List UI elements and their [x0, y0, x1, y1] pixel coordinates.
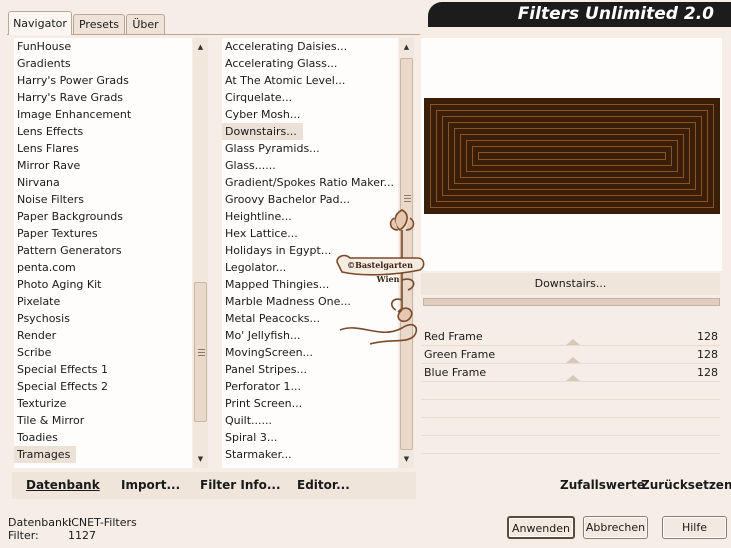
editor-button[interactable]: Editor...	[297, 472, 350, 499]
apply-button[interactable]: Anwenden	[507, 516, 575, 539]
database-button[interactable]: Datenbank	[26, 472, 100, 499]
list-item[interactable]: Gradient/Spokes Ratio Maker...	[222, 174, 398, 191]
list-item[interactable]: Perforator 1...	[222, 378, 398, 395]
status-database: Datenbank: ICNET-Filters	[8, 516, 137, 529]
selected-filter-name: Downstairs...	[421, 273, 720, 295]
import-button[interactable]: Import...	[121, 472, 180, 499]
preview-image	[424, 98, 720, 214]
tab-navigator[interactable]: Navigator	[8, 11, 72, 35]
preview-zoom-slider[interactable]	[423, 298, 720, 306]
list-item[interactable]: Photo Aging Kit	[14, 276, 192, 293]
scroll-up-icon[interactable]: ▲	[399, 40, 414, 54]
list-item[interactable]: Glass Pyramids...	[222, 140, 398, 157]
list-item[interactable]: Tramages	[14, 446, 77, 463]
list-item[interactable]: Tile & Mirror	[14, 412, 192, 429]
list-item[interactable]: Accelerating Glass...	[222, 55, 398, 72]
param-label: Green Frame	[424, 348, 496, 361]
param-toolbar: Zufallswerte Zurücksetzen	[421, 472, 731, 499]
filter-info-button[interactable]: Filter Info...	[200, 472, 281, 499]
list-item[interactable]: Print Screen...	[222, 395, 398, 412]
list-item[interactable]: Render	[14, 327, 192, 344]
list-item[interactable]: Mirror Rave	[14, 157, 192, 174]
list-item[interactable]: Cirquelate...	[222, 89, 398, 106]
status-filter-value: 1127	[68, 529, 96, 542]
list-item[interactable]: Downstairs...	[222, 123, 303, 140]
tab-uber[interactable]: Über	[126, 14, 165, 34]
list-item[interactable]: Panel Stripes...	[222, 361, 398, 378]
title-banner: Filters Unlimited 2.0	[428, 2, 731, 27]
list-item[interactable]: Special Effects 1	[14, 361, 192, 378]
list-item[interactable]: Glass......	[222, 157, 398, 174]
list-item[interactable]: Toadies	[14, 429, 192, 446]
param-label: Blue Frame	[424, 366, 487, 379]
reset-button[interactable]: Zurücksetzen	[641, 472, 731, 499]
list-item[interactable]: Image Enhancement	[14, 106, 192, 123]
param-label: Red Frame	[424, 330, 483, 343]
category-scroll-thumb[interactable]	[194, 282, 207, 422]
category-scrollbar[interactable]: ▲ ▼	[193, 38, 208, 468]
random-values-button[interactable]: Zufallswerte	[560, 472, 645, 499]
list-item[interactable]: Noise Filters	[14, 191, 192, 208]
help-button[interactable]: Hilfe	[662, 516, 727, 539]
filter-parameters: Red Frame 128 Green Frame 128 Blue Frame…	[421, 328, 720, 468]
scroll-down-icon[interactable]: ▼	[399, 452, 414, 466]
list-item[interactable]: Psychosis	[14, 310, 192, 327]
status-db-value: ICNET-Filters	[68, 516, 137, 529]
list-toolbar: Datenbank Import... Filter Info... Edito…	[12, 472, 416, 499]
list-item[interactable]: Scribe	[14, 344, 192, 361]
list-item[interactable]: Paper Textures	[14, 225, 192, 242]
watermark-flower-icon: ©Bastelgarten Wien	[336, 209, 425, 345]
scroll-up-icon[interactable]: ▲	[193, 40, 208, 54]
list-item[interactable]: Lens Flares	[14, 140, 192, 157]
tab-presets[interactable]: Presets	[73, 14, 125, 34]
app-title: Filters Unlimited 2.0	[517, 4, 714, 24]
status-filter: Filter: 1127	[8, 529, 96, 542]
watermark-text-1: ©Bastelgarten	[347, 260, 413, 270]
param-value: 128	[697, 348, 718, 361]
list-item[interactable]: Gradients	[14, 55, 192, 72]
list-item[interactable]: Harry's Rave Grads	[14, 89, 192, 106]
list-item[interactable]: FunHouse	[14, 38, 192, 55]
list-item[interactable]: Pattern Generators	[14, 242, 192, 259]
list-item[interactable]: Lens Effects	[14, 123, 192, 140]
cancel-button[interactable]: Abbrechen	[583, 516, 648, 539]
scroll-down-icon[interactable]: ▼	[193, 452, 208, 466]
list-item[interactable]: Texturize	[14, 395, 192, 412]
status-db-label: Datenbank:	[8, 516, 73, 529]
list-item[interactable]: Spiral 3...	[222, 429, 398, 446]
list-item[interactable]: Starmaker...	[222, 446, 398, 463]
list-item[interactable]: Paper Backgrounds	[14, 208, 192, 225]
list-item[interactable]: At The Atomic Level...	[222, 72, 398, 89]
category-list[interactable]: FunHouse Gradients Harry's Power Grads Harr…	[14, 38, 192, 468]
list-item[interactable]: Special Effects 2	[14, 378, 192, 395]
list-item[interactable]: Cyber Mosh...	[222, 106, 398, 123]
param-value: 128	[697, 330, 718, 343]
list-item[interactable]: Accelerating Daisies...	[222, 38, 398, 55]
list-item[interactable]: Quilt......	[222, 412, 398, 429]
list-item[interactable]: penta.com	[14, 259, 192, 276]
param-value: 128	[697, 366, 718, 379]
list-item[interactable]: Harry's Power Grads	[14, 72, 192, 89]
list-item[interactable]: Nirvana	[14, 174, 192, 191]
list-item[interactable]: Pixelate	[14, 293, 192, 310]
watermark-text-2: Wien	[376, 274, 400, 284]
status-filter-label: Filter:	[8, 529, 39, 542]
